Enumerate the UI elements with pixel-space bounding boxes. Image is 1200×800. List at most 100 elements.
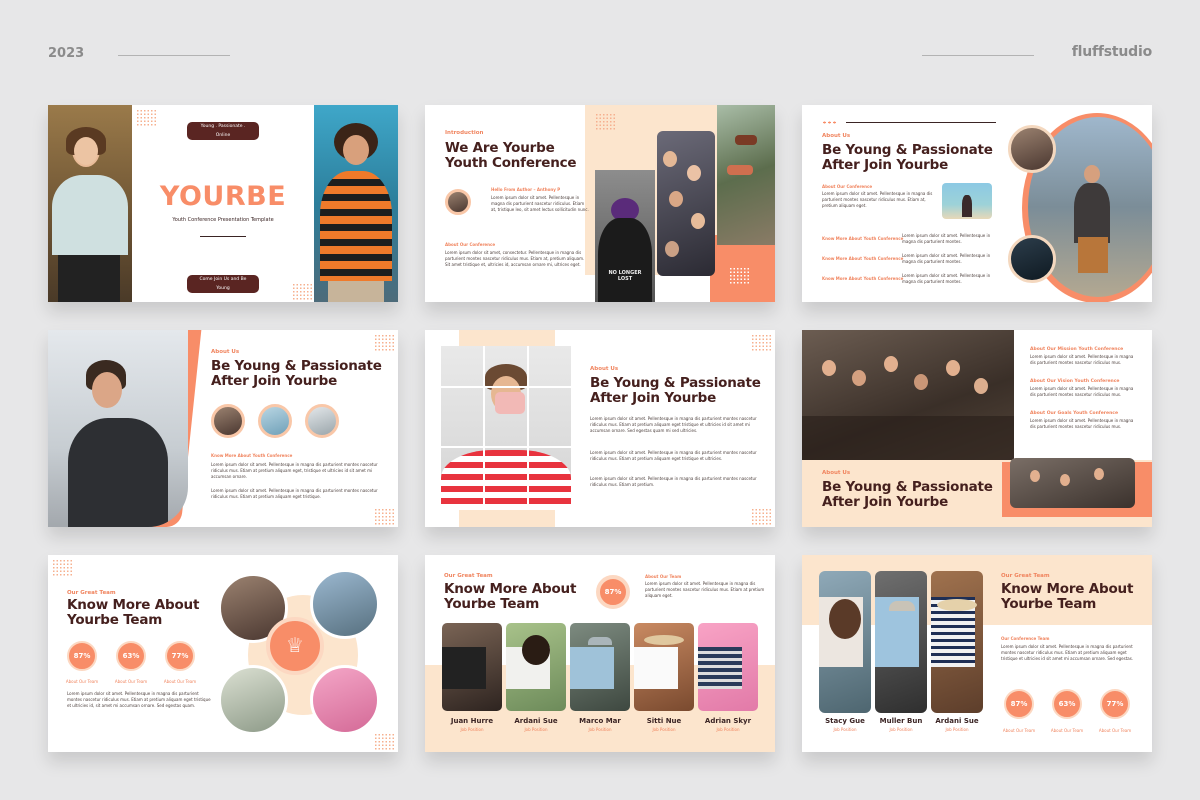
team2-member-name-2: Ardani Sue: [514, 717, 558, 725]
about1-circle-bottom: [1008, 235, 1056, 283]
about4-title-line2: After Join Yourbe: [822, 494, 949, 510]
team2-member-name-4: Sitti Nue: [646, 717, 682, 725]
team2-member-card-4[interactable]: [634, 623, 694, 711]
team1-stat-1: 87%: [67, 641, 97, 671]
about1-about-label: About Our Conference: [822, 184, 873, 189]
about1-more-2: Know More About Youth Conference: [822, 256, 904, 261]
slide-about-4[interactable]: About Our Mission Youth Conference Lorem…: [802, 330, 1152, 527]
about1-beach-photo: [942, 183, 992, 219]
team2-member-name-5: Adrian Skyr: [704, 717, 752, 725]
team1-stat-3: 77%: [165, 641, 195, 671]
intro-title-line2: Youth Conference: [445, 155, 577, 171]
team2-member-role-5: Job Position: [716, 727, 740, 732]
team3-member-card-1[interactable]: [819, 571, 871, 713]
about3-camera-photo: [441, 346, 571, 510]
about4-crowd-photo: [802, 330, 1014, 460]
about2-title-line1: Be Young & Passionate: [211, 358, 382, 374]
team1-stat-label-1: About Our Team: [65, 679, 99, 684]
slide-about-1[interactable]: About Us Be Young & Passionate After Joi…: [802, 105, 1152, 302]
about1-more-3: Know More About Youth Conference: [822, 276, 904, 281]
team2-member-name-3: Marco Mar: [579, 717, 621, 725]
team2-member-role-4: Job Position: [652, 727, 676, 732]
about3-eyebrow: About Us: [590, 366, 619, 372]
team3-title-line2: Yourbe Team: [1001, 596, 1097, 612]
cover-tagline-pill: Young . Passionate . Online: [187, 122, 259, 140]
about3-title-line2: After Join Yourbe: [590, 390, 717, 406]
team1-photo-bottomright: [310, 665, 380, 735]
about-conference-label: About Our Conference: [445, 242, 496, 247]
cover-photo-left: [48, 105, 132, 302]
team2-member-card-5[interactable]: [698, 623, 758, 711]
about1-circle-top: [1008, 125, 1056, 173]
year-label: 2023: [48, 46, 85, 61]
slide-about-2[interactable]: About Us Be Young & Passionate After Joi…: [48, 330, 398, 527]
intro-photo-hoodie: NO LONGER LOST: [595, 170, 655, 302]
slide-team-2[interactable]: Our Great Team Know More About Yourbe Te…: [425, 555, 775, 752]
team1-title-line2: Yourbe Team: [67, 612, 163, 628]
team1-photo-bottomleft: [218, 665, 288, 735]
about1-title-line2: After Join Yourbe: [822, 157, 949, 173]
team3-member-name-2: Muller Bun: [879, 717, 923, 725]
team2-member-role-2: Job Position: [524, 727, 548, 732]
team1-stat-2: 63%: [116, 641, 146, 671]
team3-stat-label-3: About Our Team: [1098, 728, 1132, 733]
cover-divider: [200, 236, 246, 237]
about2-more-label: Know More About Youth Conference: [211, 453, 293, 458]
team1-stat-label-3: About Our Team: [163, 679, 197, 684]
about1-title-line1: Be Young & Passionate: [822, 142, 993, 158]
slide-introduction[interactable]: Introduction We Are Yourbe Youth Confere…: [425, 105, 775, 302]
slide-team-1[interactable]: ♕ Our Great Team Know More About Yourbe …: [48, 555, 398, 752]
team2-member-role-1: Job Position: [460, 727, 484, 732]
cover-subtitle: Youth Conference Presentation Template: [172, 217, 274, 223]
team2-member-card-1[interactable]: [442, 623, 502, 711]
team2-stat: 87%: [598, 577, 628, 607]
about4-mission-label: About Our Mission Youth Conference: [1030, 347, 1124, 352]
team1-stat-label-2: About Our Team: [114, 679, 148, 684]
about4-vision-label: About Our Vision Youth Conference: [1030, 379, 1120, 384]
team3-member-card-2[interactable]: [875, 571, 927, 713]
about1-divider: [846, 122, 996, 123]
about1-more-1: Know More About Youth Conference: [822, 236, 904, 241]
about1-eyebrow: About Us: [822, 133, 851, 139]
brand-logo: fluffstudio: [1071, 44, 1152, 60]
slide-team-3[interactable]: Stacy Gue Muller Bun Ardani Sue Job Posi…: [802, 555, 1152, 752]
about2-portrait-photo: [48, 330, 188, 527]
team3-title-line1: Know More About: [1001, 581, 1134, 597]
cover-title: YOURBE: [159, 181, 287, 212]
cover-photo-right: [314, 105, 398, 302]
team3-about-label: Our Conference Team: [1001, 636, 1050, 641]
about1-dots: [822, 121, 838, 124]
about3-title-line1: Be Young & Passionate: [590, 375, 761, 391]
hoodie-print: NO LONGER LOST: [608, 270, 642, 282]
team1-title-line1: Know More About: [67, 597, 200, 613]
trophy-icon: ♕: [286, 633, 304, 657]
cover-cta-pill: Come Join Us and Be Young: [187, 275, 259, 293]
about4-small-photo: [1010, 458, 1135, 508]
slide-about-3[interactable]: About Us Be Young & Passionate After Joi…: [425, 330, 775, 527]
team2-stat-label: About Our Team: [645, 574, 682, 579]
about2-avatar-2: [258, 404, 292, 438]
team3-stat-2: 63%: [1052, 689, 1082, 719]
team3-eyebrow: Our Great Team: [1001, 573, 1050, 579]
intro-photo-group: [657, 131, 715, 276]
slide-cover[interactable]: Young . Passionate . Online YOURBE Youth…: [48, 105, 398, 302]
team3-member-role-1: Job Position: [833, 727, 857, 732]
about2-eyebrow: About Us: [211, 349, 240, 355]
about2-avatar-1: [211, 404, 245, 438]
team2-title-line2: Yourbe Team: [444, 596, 540, 612]
intro-title-line1: We Are Yourbe: [445, 140, 555, 156]
about4-eyebrow: About Us: [822, 470, 851, 476]
about4-goals-label: About Our Goals Youth Conference: [1030, 411, 1119, 416]
team2-member-card-3[interactable]: [570, 623, 630, 711]
about4-title-line1: Be Young & Passionate: [822, 479, 993, 495]
team3-stat-1: 87%: [1004, 689, 1034, 719]
author-label: Hello From Author – Anthony P: [491, 187, 561, 192]
team3-member-name-1: Stacy Gue: [825, 717, 865, 725]
team2-title-line1: Know More About: [444, 581, 577, 597]
team2-member-card-2[interactable]: [506, 623, 566, 711]
team1-eyebrow: Our Great Team: [67, 590, 116, 596]
header-divider: [922, 55, 1034, 56]
intro-photo-shoes: [717, 105, 775, 245]
team3-member-card-3[interactable]: [931, 571, 983, 713]
header-divider: [118, 55, 230, 56]
